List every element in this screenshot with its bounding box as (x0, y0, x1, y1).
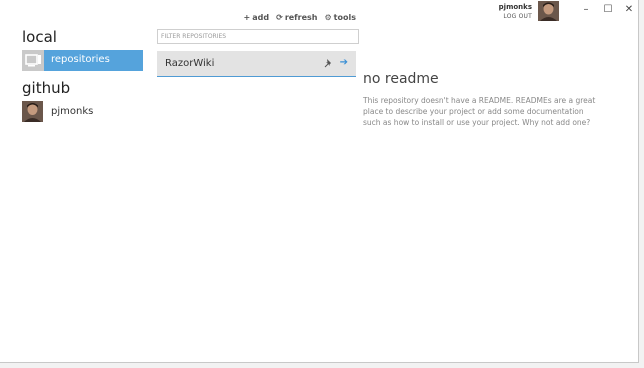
github-user-label: pjmonks (51, 106, 94, 117)
readme-title: no readme (363, 71, 439, 87)
pin-icon[interactable] (324, 58, 334, 71)
plus-icon: + (243, 13, 251, 22)
filter-box (157, 29, 359, 44)
refresh-button[interactable]: ⟳ refresh (276, 13, 317, 22)
avatar-image-icon (22, 101, 43, 122)
gear-icon: ⚙ (324, 13, 332, 22)
sidebar-item-github-user[interactable]: pjmonks (22, 101, 142, 122)
minimize-button[interactable]: – (579, 4, 593, 16)
user-avatar[interactable] (538, 1, 559, 21)
toolbar: + add ⟳ refresh ⚙ tools (244, 13, 356, 22)
repo-name: RazorWiki (165, 58, 215, 69)
app-window: – ☐ ✕ pjmonks LOG OUT + add ⟳ refresh ⚙ … (0, 0, 639, 363)
close-button[interactable]: ✕ (622, 4, 636, 16)
open-arrow-icon[interactable]: ➔ (340, 57, 348, 68)
local-section-title: local (22, 28, 57, 46)
add-label: add (252, 13, 270, 22)
sidebar-item-repositories[interactable]: repositories (22, 50, 143, 71)
github-section-title: github (22, 79, 71, 97)
maximize-button[interactable]: ☐ (601, 4, 615, 16)
refresh-icon: ⟳ (276, 13, 283, 22)
tools-button[interactable]: ⚙ tools (325, 13, 357, 22)
user-name: pjmonks (498, 3, 532, 11)
sidebar-item-label: repositories (51, 54, 110, 65)
monitor-icon (22, 50, 44, 71)
add-button[interactable]: + add (244, 13, 270, 22)
logout-link[interactable]: LOG OUT (503, 13, 532, 20)
avatar-image-icon (538, 1, 559, 21)
list-item[interactable]: RazorWiki ➔ (157, 51, 356, 77)
tools-label: tools (333, 13, 356, 22)
filter-repositories-input[interactable] (161, 30, 358, 43)
readme-description: This repository doesn't have a README. R… (363, 96, 596, 127)
refresh-label: refresh (284, 13, 318, 22)
avatar (22, 101, 43, 122)
